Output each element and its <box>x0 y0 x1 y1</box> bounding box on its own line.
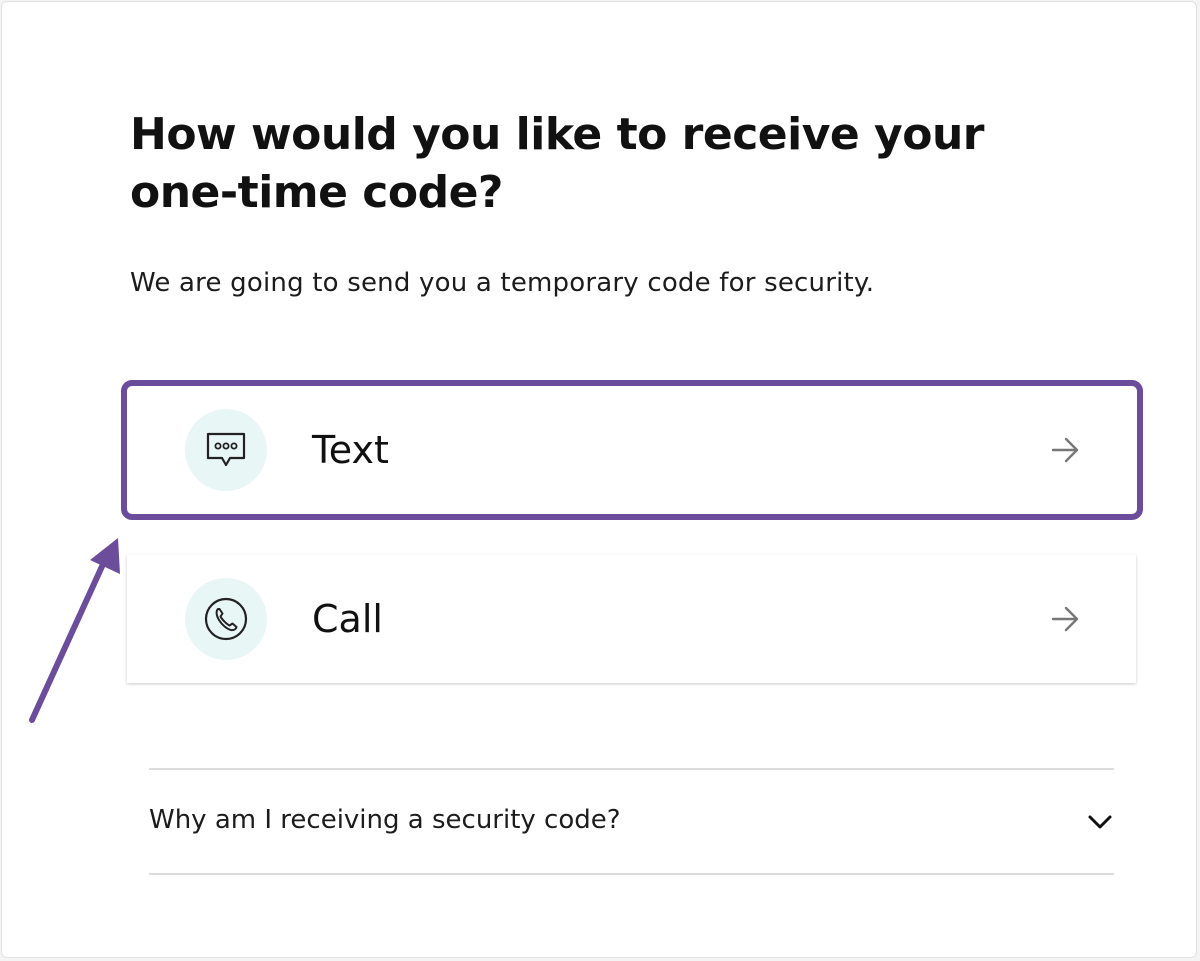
chevron-down-icon[interactable] <box>1086 808 1114 836</box>
faq-accordion[interactable]: Why am I receiving a security code? <box>149 768 1114 875</box>
page-title: How would you like to receive your one-t… <box>130 109 984 218</box>
faq-question: Why am I receiving a security code? <box>149 805 621 835</box>
message-bubble-icon <box>185 409 267 491</box>
phone-icon <box>185 578 267 660</box>
arrow-right-icon <box>1051 606 1079 632</box>
call-option-label: Call <box>312 597 383 641</box>
text-option-label: Text <box>312 428 389 472</box>
page-description: We are going to send you a temporary cod… <box>130 268 875 298</box>
text-option-button[interactable]: Text <box>127 385 1136 515</box>
arrow-right-icon <box>1051 437 1079 463</box>
call-option-button[interactable]: Call <box>127 555 1136 683</box>
